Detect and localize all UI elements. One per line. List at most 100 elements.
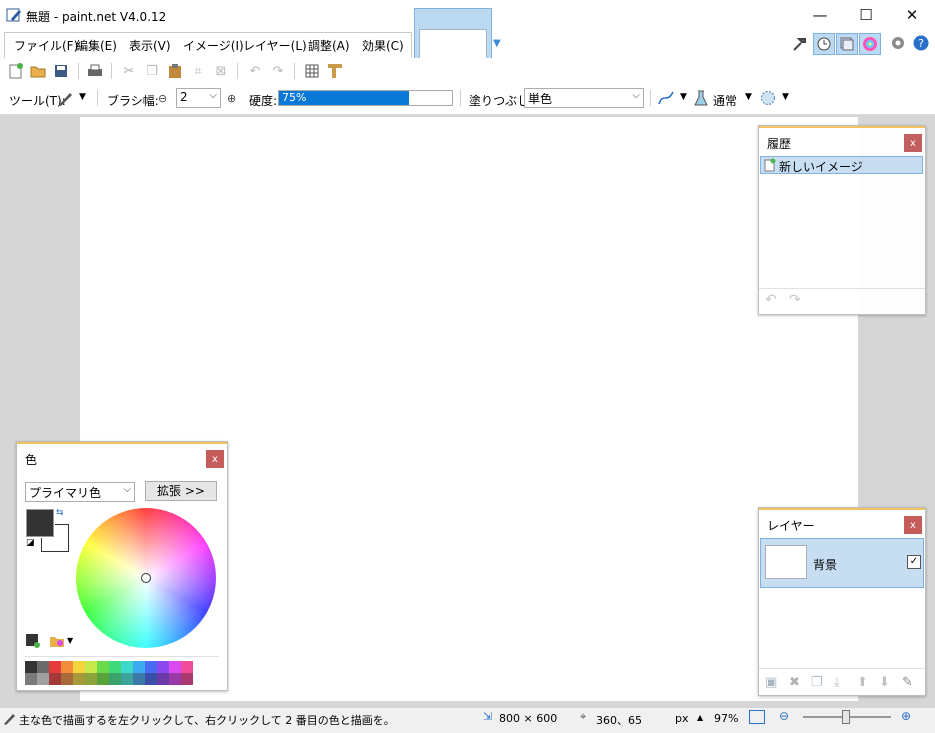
- palette-swatch[interactable]: [133, 661, 145, 673]
- new-image-icon[interactable]: [7, 62, 25, 80]
- palette-swatch[interactable]: [37, 673, 49, 685]
- palette-swatch[interactable]: [49, 673, 61, 685]
- palette-menu-icon[interactable]: [49, 633, 65, 652]
- palette-swatch[interactable]: [109, 673, 121, 685]
- palette-swatch[interactable]: [121, 673, 133, 685]
- open-folder-icon[interactable]: [29, 62, 47, 80]
- layer-visibility-checkbox[interactable]: ✓: [907, 555, 921, 569]
- palette-swatch[interactable]: [145, 661, 157, 673]
- antialiasing-icon[interactable]: [657, 89, 675, 110]
- palette-swatch[interactable]: [97, 673, 109, 685]
- units-dropdown-icon[interactable]: ▲: [697, 713, 703, 722]
- color-wheel[interactable]: [76, 508, 216, 648]
- reset-colors-icon[interactable]: ◪: [26, 538, 35, 548]
- palette-swatch[interactable]: [61, 673, 73, 685]
- delete-layer-icon[interactable]: ✖: [789, 675, 800, 690]
- tools-window-icon[interactable]: [791, 35, 809, 53]
- merge-layer-down-icon[interactable]: ⤓: [834, 675, 840, 690]
- close-button[interactable]: ✕: [889, 0, 935, 30]
- palette-swatch[interactable]: [169, 661, 181, 673]
- palette-swatch[interactable]: [109, 661, 121, 673]
- grid-icon[interactable]: [303, 62, 321, 80]
- fill-mode-combo[interactable]: 単色 ⌵: [524, 88, 644, 108]
- layer-properties-icon[interactable]: ✎: [902, 675, 913, 690]
- palette-swatch[interactable]: [85, 661, 97, 673]
- units-select[interactable]: px: [675, 712, 689, 725]
- palette-swatch[interactable]: [169, 673, 181, 685]
- palette-swatch[interactable]: [61, 661, 73, 673]
- zoom-in-icon[interactable]: ⊕: [901, 709, 911, 723]
- cut-icon[interactable]: ✂: [120, 62, 138, 80]
- menu-view[interactable]: 表示(V): [129, 37, 171, 54]
- palette-swatch[interactable]: [49, 661, 61, 673]
- decrease-width-icon[interactable]: ⊖: [158, 92, 167, 105]
- palette-swatch[interactable]: [133, 673, 145, 685]
- increase-width-icon[interactable]: ⊕: [227, 92, 236, 105]
- settings-gear-icon[interactable]: [890, 35, 906, 51]
- antialiasing-dropdown-icon[interactable]: ▼: [680, 92, 687, 102]
- menu-layers[interactable]: レイヤー(L): [243, 37, 307, 54]
- history-panel-close-button[interactable]: x: [904, 134, 922, 152]
- save-icon[interactable]: [52, 62, 70, 80]
- deselect-icon[interactable]: ⊠: [212, 62, 230, 80]
- move-layer-down-icon[interactable]: ⬇: [879, 675, 890, 690]
- menu-effects[interactable]: 効果(C): [362, 37, 404, 54]
- blend-mode-icon[interactable]: [693, 89, 709, 110]
- menu-edit[interactable]: 編集(E): [76, 37, 117, 54]
- blend-mode-dropdown-icon[interactable]: ▼: [745, 92, 752, 102]
- rulers-icon[interactable]: [326, 62, 344, 80]
- undo-icon[interactable]: ↶: [246, 62, 264, 80]
- palette-swatch[interactable]: [145, 673, 157, 685]
- layers-panel-close-button[interactable]: x: [904, 516, 922, 534]
- paste-icon[interactable]: [166, 62, 184, 80]
- zoom-value[interactable]: 97%: [714, 712, 738, 725]
- color-mode-select[interactable]: プライマリ色 ⌵: [25, 482, 135, 502]
- layer-row[interactable]: 背景 ✓: [760, 538, 924, 588]
- menu-file[interactable]: ファイル(F): [14, 37, 78, 54]
- crop-to-selection-icon[interactable]: ⌗: [189, 62, 207, 80]
- palette-swatch[interactable]: [73, 673, 85, 685]
- help-icon[interactable]: ?: [913, 35, 929, 51]
- palette-swatch[interactable]: [121, 661, 133, 673]
- history-undo-icon[interactable]: ↶: [765, 292, 777, 308]
- add-layer-icon[interactable]: ▣: [765, 675, 777, 690]
- zoom-to-window-icon[interactable]: [749, 710, 765, 724]
- minimize-button[interactable]: —: [797, 0, 843, 30]
- hardness-slider[interactable]: 75%: [278, 90, 453, 106]
- history-window-toggle[interactable]: [813, 33, 835, 55]
- expand-button[interactable]: 拡張 >>: [145, 481, 217, 501]
- duplicate-layer-icon[interactable]: ❐: [811, 675, 823, 690]
- brush-width-combo[interactable]: 2 ⌵: [176, 88, 221, 108]
- add-color-icon[interactable]: [26, 634, 40, 651]
- palette-swatch[interactable]: [97, 661, 109, 673]
- colors-window-toggle[interactable]: [859, 33, 881, 55]
- palette-swatch[interactable]: [181, 673, 193, 685]
- palette-swatch[interactable]: [157, 661, 169, 673]
- menu-image[interactable]: イメージ(I): [183, 37, 244, 54]
- print-icon[interactable]: [86, 62, 104, 80]
- palette-swatch[interactable]: [85, 673, 97, 685]
- paintbrush-tool-icon[interactable]: [57, 89, 75, 110]
- tool-dropdown-icon[interactable]: ▼: [79, 92, 86, 102]
- palette-swatch[interactable]: [73, 661, 85, 673]
- redo-icon[interactable]: ↷: [269, 62, 287, 80]
- selection-mode-dropdown-icon[interactable]: ▼: [782, 92, 789, 102]
- palette-swatch[interactable]: [181, 661, 193, 673]
- palette-swatch[interactable]: [157, 673, 169, 685]
- zoom-slider-thumb[interactable]: [842, 710, 850, 724]
- zoom-out-icon[interactable]: ⊖: [779, 709, 789, 723]
- palette-swatch[interactable]: [25, 661, 37, 673]
- palette-swatch[interactable]: [25, 673, 37, 685]
- image-list-dropdown-icon[interactable]: ▼: [493, 38, 501, 49]
- colors-panel-close-button[interactable]: x: [206, 450, 224, 468]
- palette-swatch[interactable]: [37, 661, 49, 673]
- palette-dropdown-icon[interactable]: ▼: [67, 636, 73, 645]
- blend-mode-value[interactable]: 通常: [713, 92, 737, 109]
- move-layer-up-icon[interactable]: ⬆: [857, 675, 868, 690]
- history-redo-icon[interactable]: ↷: [789, 292, 801, 308]
- swap-colors-icon[interactable]: ⇆: [56, 508, 64, 518]
- history-item[interactable]: 新しいイメージ: [760, 156, 923, 174]
- primary-color-swatch[interactable]: [25, 508, 55, 538]
- menu-adjustments[interactable]: 調整(A): [308, 37, 350, 54]
- selection-mode-icon[interactable]: [759, 89, 777, 110]
